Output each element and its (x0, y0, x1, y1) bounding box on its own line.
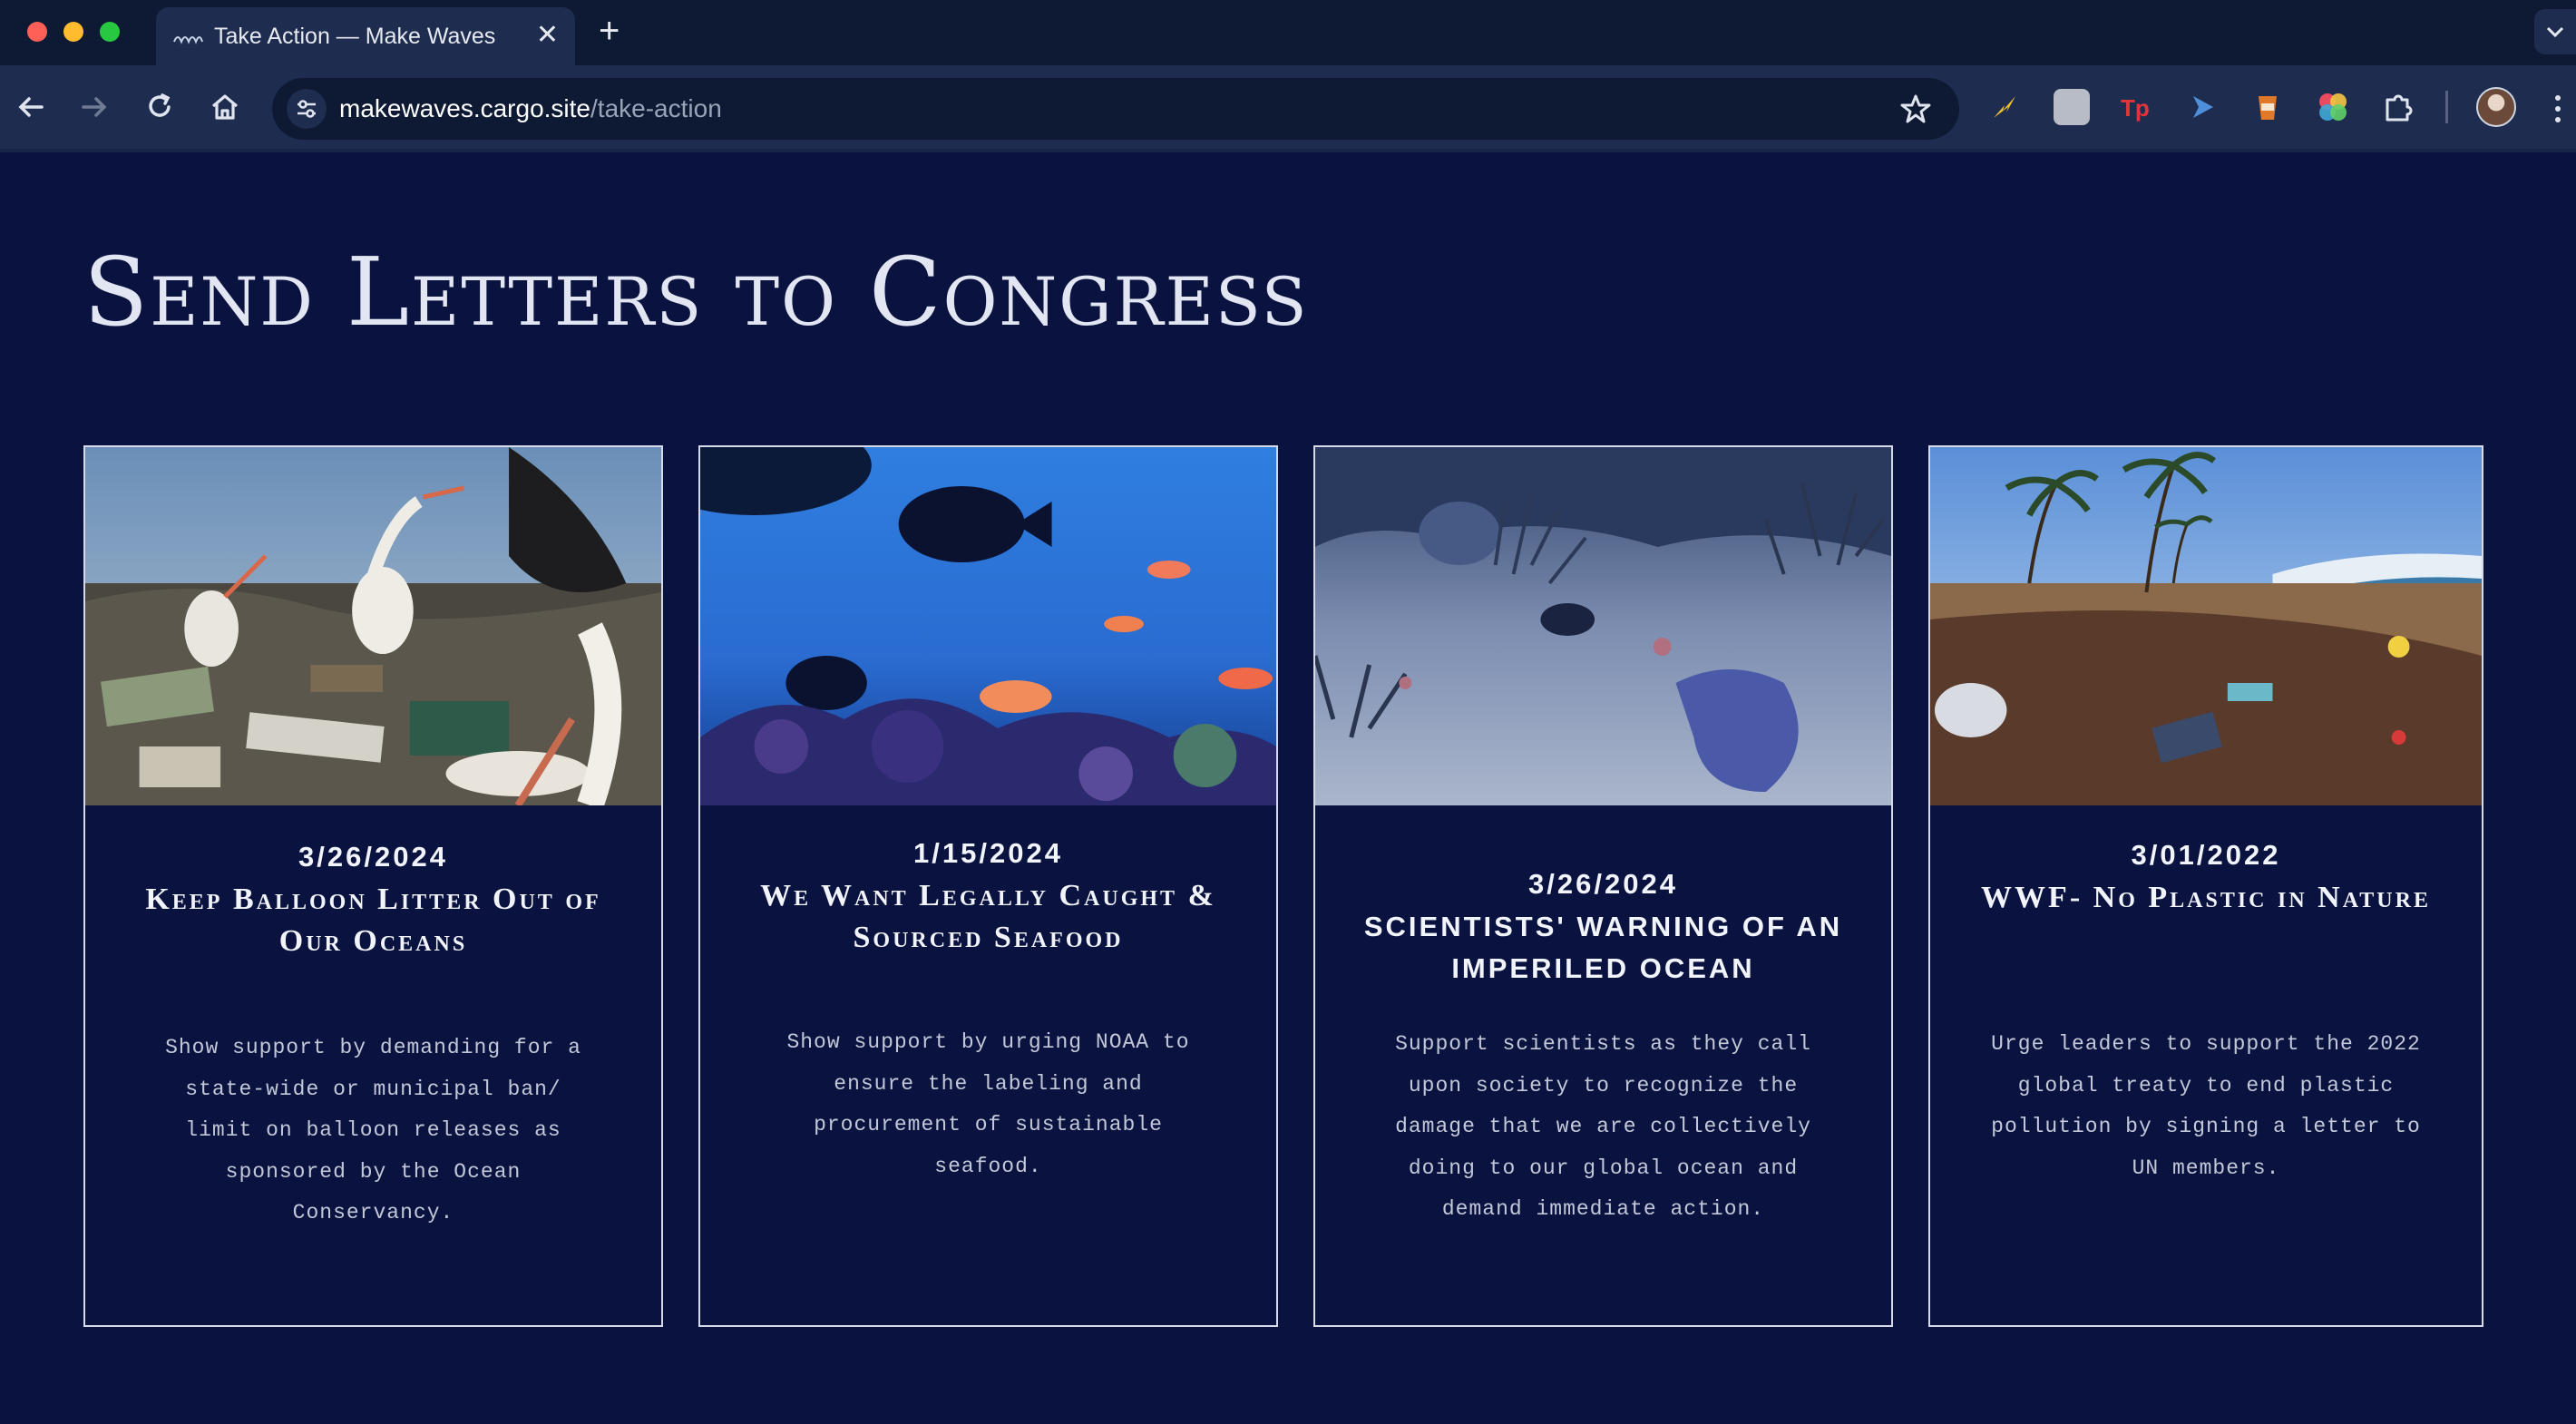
card-image (85, 447, 661, 805)
tab-close-icon[interactable]: ✕ (536, 20, 559, 51)
card-image (700, 447, 1276, 805)
site-info-button[interactable] (287, 89, 327, 129)
lightning-extension-icon[interactable] (1986, 89, 2023, 125)
r-extension-icon[interactable] (2054, 89, 2090, 125)
card-description: Urge leaders to support the 2022 global … (1991, 1032, 2421, 1180)
new-tab-button[interactable]: + (599, 11, 620, 51)
card-date: 1/15/2024 (913, 837, 1063, 869)
back-button[interactable] (11, 87, 51, 127)
page-title: Send Letters to Congress (83, 237, 1309, 347)
storks-landfill-image (85, 447, 661, 805)
toolbar-divider (2445, 91, 2448, 123)
action-card-no-plastic[interactable]: 3/01/2022 WWF- No Plastic in Nature Urge… (1928, 445, 2483, 1327)
url-host: makewaves.cargo.site (339, 94, 591, 122)
cup-extension-icon[interactable] (2249, 89, 2286, 125)
home-button[interactable] (205, 87, 245, 127)
card-description: Support scientists as they call upon soc… (1395, 1032, 1811, 1221)
seafloor-image (1315, 447, 1891, 805)
color-wheel-extension-icon[interactable] (2315, 89, 2351, 125)
reload-icon (149, 93, 171, 117)
browser-toolbar: makewaves.cargo.site/take-action Tp (0, 65, 2576, 152)
maximize-window-button[interactable] (100, 22, 120, 42)
tab-strip: Take Action — Make Waves ✕ + (0, 0, 2576, 65)
reef-aquarium-image (700, 447, 1276, 805)
profile-avatar[interactable] (2476, 87, 2516, 127)
action-card-legal-seafood[interactable]: 1/15/2024 We Want Legally Caught & Sourc… (698, 445, 1278, 1327)
active-tab[interactable]: Take Action — Make Waves ✕ (156, 7, 575, 65)
svg-text:Tp: Tp (2121, 94, 2150, 122)
tune-icon (298, 100, 316, 118)
bookmark-star-icon[interactable] (1896, 89, 1936, 129)
card-description: Show support by urging NOAA to ensure th… (786, 1030, 1190, 1178)
card-date: 3/01/2022 (2131, 839, 2281, 871)
url-text[interactable]: makewaves.cargo.site/take-action (339, 94, 722, 123)
card-title[interactable]: SCIENTISTS' WARNING OF AN IMPERILED OCEA… (1342, 906, 1864, 990)
close-window-button[interactable] (27, 22, 47, 42)
tab-title: Take Action — Make Waves (214, 24, 496, 49)
more-menu-icon[interactable] (2552, 93, 2563, 125)
card-description: Show support by demanding for a state-wi… (165, 1036, 581, 1224)
plastic-beach-image (1930, 447, 2482, 805)
chevron-down-icon (2546, 26, 2564, 38)
card-image (1930, 447, 2482, 805)
card-date: 3/26/2024 (1528, 868, 1678, 900)
tab-search-button[interactable] (2534, 9, 2576, 54)
forward-button[interactable] (74, 87, 114, 127)
reload-button[interactable] (140, 87, 180, 127)
arrow-left-icon (18, 97, 44, 117)
action-card-balloon-litter[interactable]: 3/26/2024 Keep Balloon Litter Out of Our… (83, 445, 663, 1327)
waves-favicon-icon (173, 36, 203, 44)
address-bar[interactable]: makewaves.cargo.site/take-action (272, 78, 1959, 140)
arrow-right-icon (82, 97, 107, 117)
action-card-scientists-warning[interactable]: 3/26/2024 SCIENTISTS' WARNING OF AN IMPE… (1313, 445, 1893, 1327)
puzzle-extensions-icon[interactable] (2380, 89, 2416, 125)
card-date: 3/26/2024 (298, 841, 448, 873)
tp-extension-icon[interactable]: Tp (2119, 89, 2155, 125)
card-image (1315, 447, 1891, 805)
play-extension-icon[interactable] (2184, 89, 2220, 125)
card-title[interactable]: Keep Balloon Litter Out of Our Oceans (112, 879, 634, 962)
minimize-window-button[interactable] (63, 22, 83, 42)
card-title[interactable]: We Want Legally Caught & Sourced Seafood (727, 875, 1249, 959)
card-title[interactable]: WWF- No Plastic in Nature (1957, 877, 2454, 919)
home-icon (211, 94, 239, 120)
url-path: /take-action (590, 94, 722, 122)
